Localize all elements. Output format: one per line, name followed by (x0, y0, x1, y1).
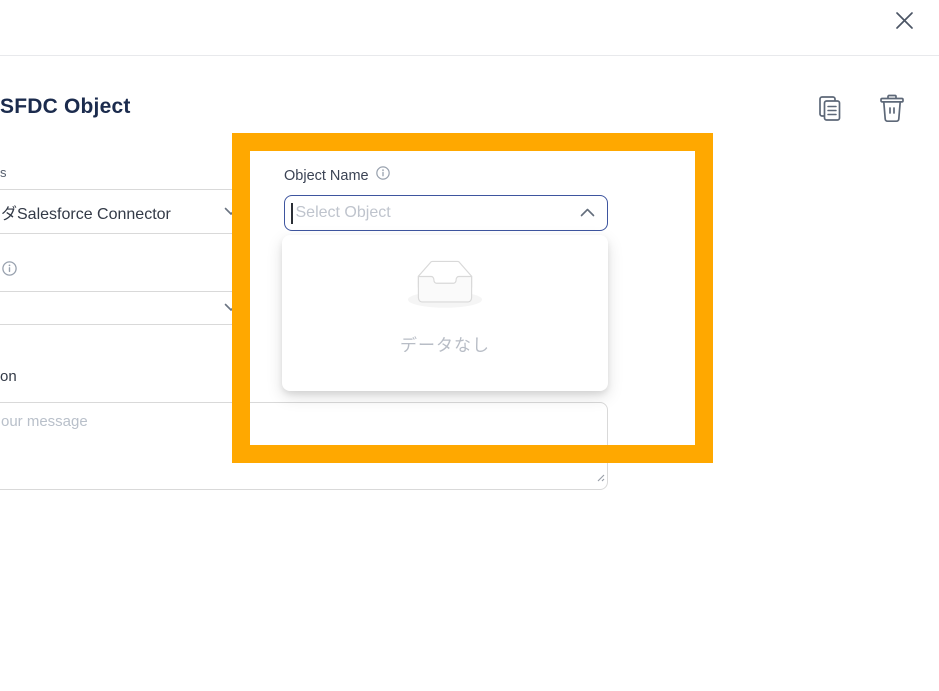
page-title: SFDC Object (0, 95, 131, 118)
object-select-placeholder: Select Object (295, 204, 391, 221)
info-icon (375, 166, 390, 185)
copy-icon (817, 95, 842, 125)
secondary-select[interactable] (0, 291, 246, 325)
object-name-label: Object Name (284, 167, 369, 184)
trash-icon (879, 94, 905, 126)
object-name-label-row: Object Name (284, 166, 390, 185)
chevron-down-icon (224, 299, 238, 317)
info-icon (2, 261, 17, 276)
object-select[interactable]: Select Object (284, 195, 608, 231)
copy-button[interactable] (814, 94, 844, 126)
modal-page: SFDC Object s ダSalesforce Connector on o… (0, 0, 939, 691)
header-divider (0, 55, 939, 56)
text-cursor (291, 202, 293, 224)
connector-select[interactable]: ダSalesforce Connector (0, 189, 246, 234)
message-placeholder: our message (1, 413, 88, 430)
field-label-fragment: s (0, 165, 7, 180)
empty-state-text: データなし (400, 336, 490, 355)
chevron-down-icon (224, 203, 238, 221)
resize-grip-icon[interactable] (595, 469, 605, 487)
close-icon (895, 11, 914, 33)
close-button[interactable] (891, 9, 917, 35)
message-textarea[interactable]: our message (0, 402, 608, 490)
description-label-fragment: on (0, 368, 17, 385)
delete-button[interactable] (877, 93, 907, 127)
connector-select-value: ダSalesforce Connector (1, 205, 171, 223)
chevron-up-icon (580, 204, 595, 222)
object-select-dropdown[interactable]: データなし (282, 235, 608, 391)
empty-inbox-icon (408, 260, 482, 313)
